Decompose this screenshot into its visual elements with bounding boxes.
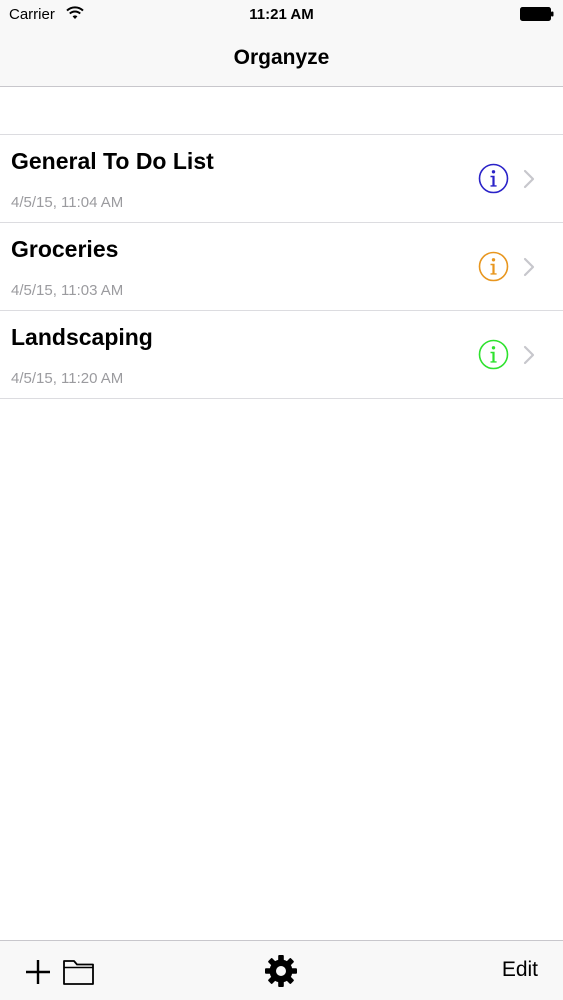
status-bar: Carrier 11:21 AM bbox=[0, 0, 563, 30]
list-table: General To Do List 4/5/15, 11:04 AM Groc… bbox=[0, 134, 563, 399]
list-item-title: Groceries bbox=[11, 236, 119, 262]
info-icon[interactable] bbox=[478, 163, 509, 194]
chevron-right-icon bbox=[523, 169, 535, 189]
page-title: Organyze bbox=[233, 46, 330, 69]
list-item-title: General To Do List bbox=[11, 148, 214, 174]
chevron-right-icon bbox=[523, 257, 535, 277]
list-item-date: 4/5/15, 11:04 AM bbox=[11, 194, 124, 211]
list-item[interactable]: Groceries 4/5/15, 11:03 AM bbox=[0, 223, 563, 311]
add-button[interactable] bbox=[22, 956, 54, 988]
edit-button[interactable]: Edit bbox=[502, 958, 538, 982]
list-item-date: 4/5/15, 11:20 AM bbox=[11, 370, 124, 387]
folder-icon bbox=[63, 960, 94, 985]
status-time: 11:21 AM bbox=[249, 6, 314, 23]
chevron-right-icon bbox=[523, 345, 535, 365]
list-item[interactable]: Landscaping 4/5/15, 11:20 AM bbox=[0, 311, 563, 399]
list-item-date: 4/5/15, 11:03 AM bbox=[11, 282, 124, 299]
list-item-title: Landscaping bbox=[11, 324, 153, 350]
info-icon[interactable] bbox=[478, 251, 509, 282]
info-icon[interactable] bbox=[478, 339, 509, 370]
app-screen: Carrier 11:21 AM Organyze General To Do … bbox=[0, 0, 563, 1000]
plus-icon bbox=[26, 960, 50, 984]
settings-button[interactable] bbox=[263, 953, 299, 989]
battery-icon bbox=[520, 7, 554, 21]
gear-icon bbox=[265, 955, 297, 987]
navigation-bar: Organyze bbox=[0, 30, 563, 87]
list-item[interactable]: General To Do List 4/5/15, 11:04 AM bbox=[0, 135, 563, 223]
bottom-toolbar: Edit bbox=[0, 940, 563, 1000]
folder-button[interactable] bbox=[62, 957, 96, 987]
